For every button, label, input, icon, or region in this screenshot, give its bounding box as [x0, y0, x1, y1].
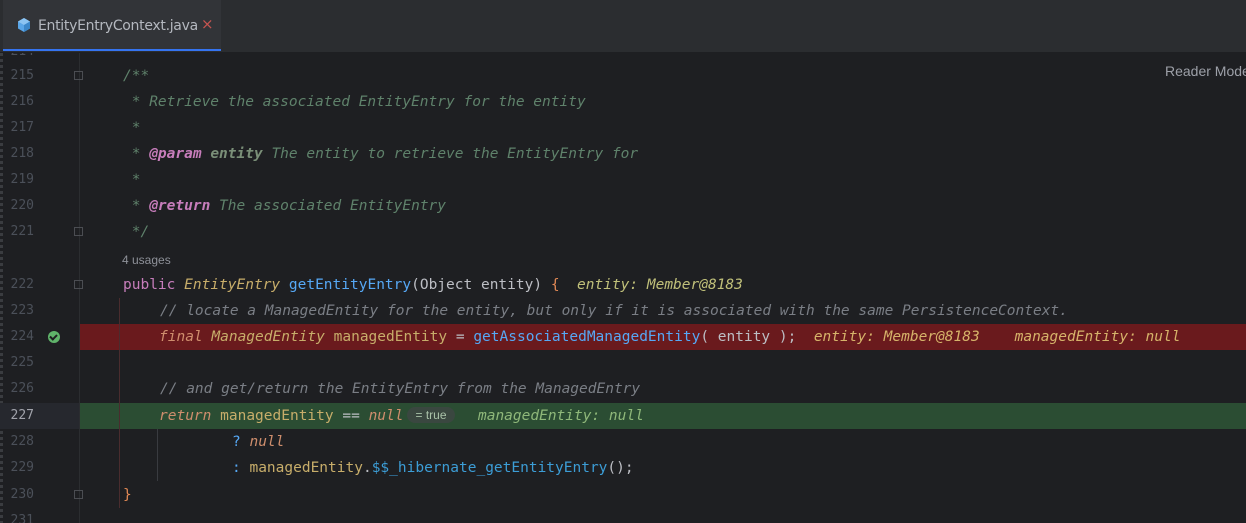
method-call: $$_hibernate_getEntityEntry	[371, 460, 608, 476]
variable: managedEntity	[220, 408, 334, 424]
javadoc-tag: @return	[149, 198, 211, 214]
doc-comment: /**	[123, 68, 150, 84]
statement: return managedEntity == null = true manag…	[159, 407, 644, 424]
line-number: 217	[10, 120, 34, 135]
line-number: 216	[10, 94, 34, 109]
line-number: 218	[10, 146, 34, 161]
indent-guide	[119, 298, 120, 508]
line-number: 230	[10, 487, 34, 502]
tab-entity-entry-context[interactable]: EntityEntryContext.java ×	[3, 0, 221, 51]
param-name: entity	[480, 277, 534, 293]
keyword: final	[159, 329, 203, 345]
inline-debug-value[interactable]: entity: Member@8183	[814, 329, 980, 345]
code-line: 220 * @return The associated EntityEntry	[0, 193, 1246, 219]
fold-icon[interactable]	[74, 227, 83, 236]
fold-icon[interactable]	[74, 71, 83, 80]
code-line: 217 *	[0, 115, 1246, 141]
inline-debug-value[interactable]: managedEntity: null	[478, 408, 644, 424]
line-number: 220	[10, 198, 34, 213]
inline-debug-value[interactable]: managedEntity: null	[1015, 329, 1181, 345]
javadoc-text: The entity to retrieve the EntityEntry f…	[271, 146, 639, 162]
code-editor[interactable]: 214 215 /** 216 * Retrieve the associate…	[0, 53, 1246, 523]
null-literal: null	[249, 434, 285, 450]
line-number: 219	[10, 172, 34, 187]
method-name: getEntityEntry	[288, 277, 412, 293]
breakpoint-verified-icon[interactable]	[48, 331, 60, 343]
code-line: 227 return managedEntity == null = true m…	[0, 403, 1246, 429]
line-number: 226	[10, 381, 34, 396]
line-number: 229	[10, 460, 34, 475]
indent-guide	[157, 429, 158, 481]
return-type: EntityEntry	[184, 277, 281, 293]
code-line: 231	[0, 508, 1246, 523]
closing-brace: }	[123, 487, 132, 503]
code-line: 229 : managedEntity.$$_hibernate_getEnti…	[0, 455, 1246, 481]
param-type: Object	[419, 277, 473, 293]
code-line: 225	[0, 350, 1246, 376]
doc-comment: * Retrieve the associated EntityEntry fo…	[123, 94, 586, 110]
code-line: 219 *	[0, 167, 1246, 193]
line-number: 228	[10, 434, 34, 449]
line-number: 221	[10, 224, 34, 239]
doc-comment: *	[123, 172, 141, 188]
evaluation-badge[interactable]: = true	[407, 407, 455, 423]
line-number: 231	[10, 513, 34, 523]
statement: ? null	[232, 434, 285, 450]
close-icon[interactable]: ×	[201, 15, 214, 33]
doc-comment: */	[123, 224, 150, 240]
line-comment: // locate a ManagedEntity for the entity…	[160, 303, 1068, 319]
code-line: 230 }	[0, 482, 1246, 508]
line-number: 215	[10, 68, 34, 83]
line-number: 227	[10, 408, 34, 423]
javadoc-param: entity	[210, 146, 263, 162]
javadoc-tag: @param	[149, 146, 202, 162]
statement: : managedEntity.$$_hibernate_getEntityEn…	[232, 460, 634, 476]
code-line: 228 ? null	[0, 429, 1246, 455]
line-number: 222	[10, 277, 34, 292]
code-line: 215 /**	[0, 63, 1246, 89]
variable: managedEntity	[333, 329, 448, 345]
reader-mode-button[interactable]: Reader Mode	[1165, 63, 1246, 79]
java-class-icon	[18, 18, 30, 32]
type-name: ManagedEntity	[211, 329, 325, 345]
line-number: 224	[10, 329, 34, 344]
doc-comment: * @param entity The entity to retrieve t…	[123, 146, 639, 162]
usages-hint[interactable]: 4 usages	[122, 251, 171, 269]
code-line: 221 */	[0, 219, 1246, 245]
keyword: return	[159, 408, 212, 424]
keyword: public	[123, 277, 176, 293]
fold-icon[interactable]	[74, 490, 83, 499]
method-call: getAssociatedManagedEntity	[473, 329, 701, 345]
editor-tab-bar: EntityEntryContext.java ×	[0, 0, 1246, 53]
code-line: 218 * @param entity The entity to retrie…	[0, 141, 1246, 167]
null-literal: null	[368, 408, 404, 424]
doc-comment: *	[123, 120, 141, 136]
code-line: 226 // and get/return the EntityEntry fr…	[0, 376, 1246, 402]
code-line: 223 // locate a ManagedEntity for the en…	[0, 298, 1246, 324]
inline-debug-value[interactable]: entity: Member@8183	[577, 277, 743, 293]
code-line: 224 final ManagedEntity managedEntity = …	[0, 324, 1246, 350]
javadoc-text: The associated EntityEntry	[219, 198, 447, 214]
statement: final ManagedEntity managedEntity = getA…	[159, 329, 1181, 345]
method-signature: public EntityEntry getEntityEntry(Object…	[123, 277, 743, 293]
tab-title: EntityEntryContext.java	[38, 18, 198, 34]
doc-comment: * @return The associated EntityEntry	[123, 198, 447, 214]
variable: managedEntity	[249, 460, 363, 476]
line-number: 223	[10, 303, 34, 318]
code-line: 222 public EntityEntry getEntityEntry(Ob…	[0, 272, 1246, 298]
line-number: 225	[10, 355, 34, 370]
fold-icon[interactable]	[74, 280, 83, 289]
line-comment: // and get/return the EntityEntry from t…	[160, 381, 641, 397]
code-line: 216 * Retrieve the associated EntityEntr…	[0, 89, 1246, 115]
